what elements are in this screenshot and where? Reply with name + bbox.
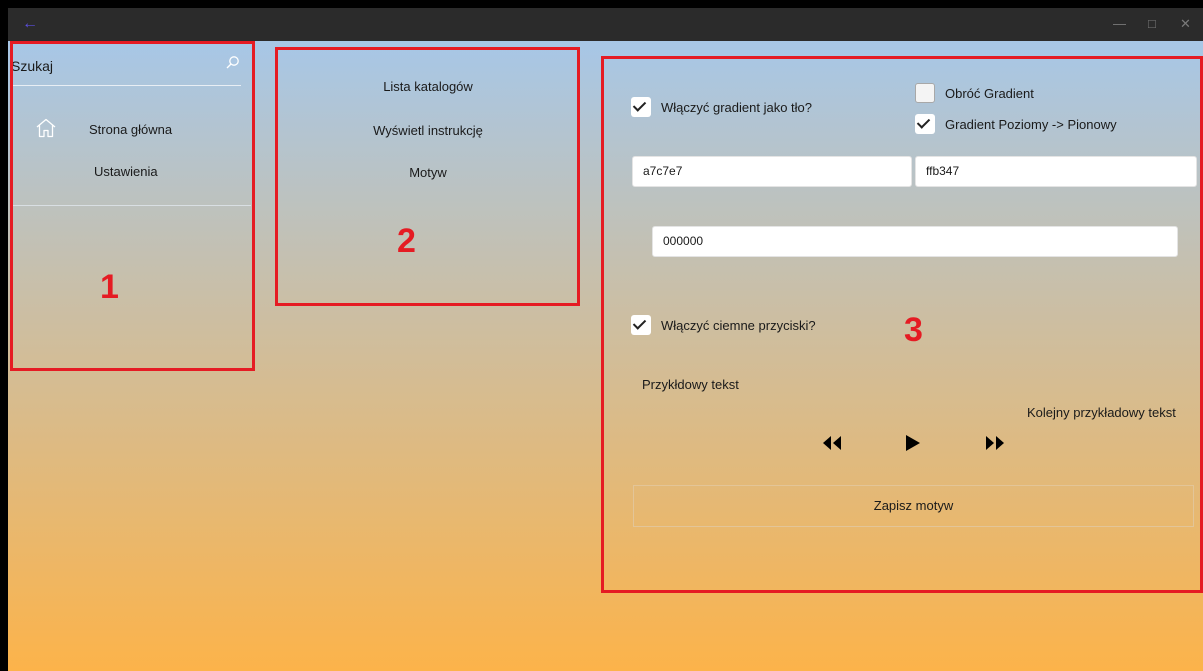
- maximize-button[interactable]: □: [1148, 16, 1156, 32]
- annotation-number-3: 3: [904, 311, 923, 349]
- annotation-number-1: 1: [100, 268, 119, 306]
- back-button[interactable]: ←: [22, 16, 38, 32]
- close-button[interactable]: ✕: [1180, 16, 1191, 32]
- annotation-number-2: 2: [397, 222, 416, 260]
- title-bar: ← — □ ✕: [8, 8, 1203, 41]
- annotation-frame-1: [10, 41, 255, 371]
- annotation-frame-2: [275, 47, 580, 306]
- annotation-frame-3: [601, 56, 1203, 593]
- minimize-button[interactable]: —: [1113, 16, 1126, 32]
